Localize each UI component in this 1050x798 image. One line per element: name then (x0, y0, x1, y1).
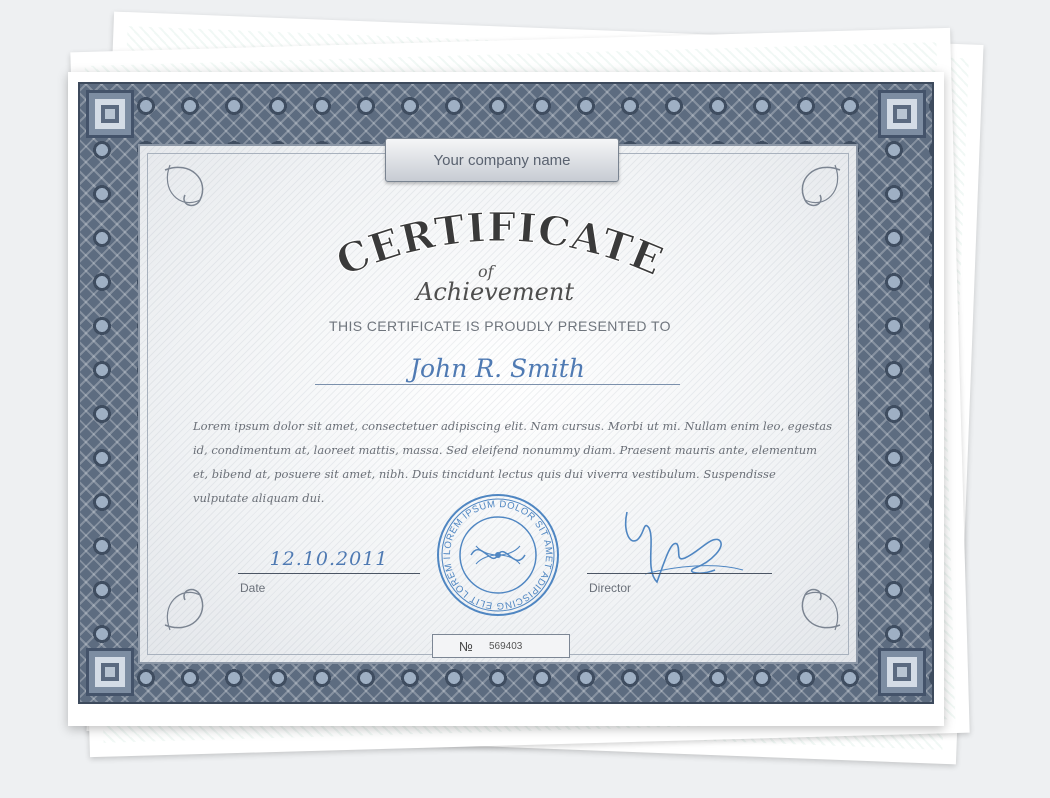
flourish-bottom-left-icon (164, 588, 204, 631)
recipient-underline (315, 384, 680, 385)
certificate-title-text: CERTIFICATE (329, 203, 669, 286)
number-sign: № (459, 638, 473, 654)
date-value: 12.10.2011 (269, 548, 389, 570)
stamp-seal-icon: LOREM IPSUM DOLOR SIT AMET ADIPISCING EL… (427, 480, 565, 622)
certificate-number: 569403 (488, 640, 523, 652)
director-label: Director (589, 581, 632, 595)
flourish-top-left-icon (164, 164, 204, 207)
date-line (238, 573, 420, 574)
flourish-bottom-right-icon (801, 588, 841, 631)
presented-to-text: THIS CERTIFICATE IS PROUDLY PRESENTED TO (329, 318, 671, 334)
certificate-title: CERTIFICATE (329, 203, 670, 286)
ornament-corner-icon (878, 90, 926, 138)
ornament-corner-icon (878, 648, 926, 696)
certificate-subtitle: Achievement (416, 278, 574, 306)
flourish-top-right-icon (801, 164, 841, 207)
recipient-name: John R. Smith (410, 354, 585, 383)
company-name: Your company name (433, 151, 571, 169)
certificate-number-box: № 569403 (432, 634, 570, 658)
ornament-corner-icon (86, 648, 134, 696)
company-name-ribbon: Your company name (376, 138, 628, 182)
handwritten-signature-icon (624, 511, 744, 584)
svg-text:CERTIFICATE: CERTIFICATE (330, 204, 670, 286)
ornament-corner-icon (86, 90, 134, 138)
director-line (587, 573, 772, 574)
date-label: Date (240, 581, 266, 595)
